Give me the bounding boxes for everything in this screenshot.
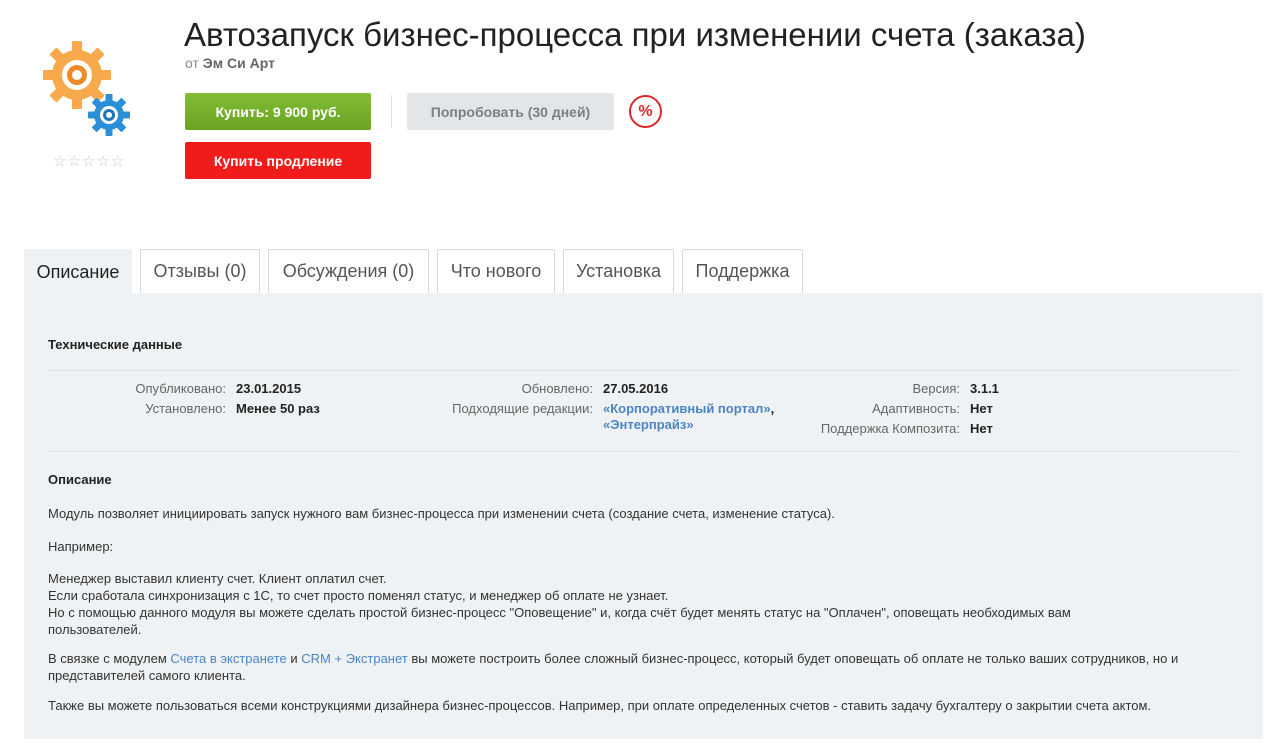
description-panel: Технические данные Опубликовано: 23.01.2…: [24, 293, 1263, 739]
star-icon[interactable]: ☆: [67, 154, 80, 169]
description-paragraph: В связке с модулем Счета в экстранете и …: [48, 651, 1179, 683]
star-icon[interactable]: ☆: [96, 154, 109, 169]
tab-installation[interactable]: Установка: [563, 249, 674, 293]
gears-icon: [43, 41, 130, 136]
tab-support[interactable]: Поддержка: [682, 249, 803, 293]
editions-value: «Корпоративный портал»,: [603, 401, 775, 416]
star-icon[interactable]: ☆: [53, 154, 66, 169]
adaptive-value: Нет: [970, 401, 993, 416]
vendor-link[interactable]: Эм Си Арт: [203, 55, 275, 71]
crm-extranet-link[interactable]: CRM + Экстранет: [301, 651, 407, 666]
discount-icon[interactable]: %: [629, 95, 662, 128]
by-prefix: от: [185, 55, 199, 71]
description-paragraph: Также вы можете пользоваться всеми конст…: [48, 698, 1152, 713]
divider: [48, 451, 1238, 452]
app-logo: [40, 38, 140, 138]
tech-data-heading: Технические данные: [48, 337, 183, 352]
version-label: Версия:: [912, 381, 960, 396]
star-icon[interactable]: ☆: [111, 154, 124, 169]
editions-label: Подходящие редакции:: [452, 401, 593, 416]
buy-button[interactable]: Купить: 9 900 руб.: [185, 93, 371, 130]
tab-discussions[interactable]: Обсуждения (0): [268, 249, 429, 293]
updated-label: Обновлено:: [521, 381, 593, 396]
composite-label: Поддержка Композита:: [820, 421, 960, 436]
tab-whats-new[interactable]: Что нового: [437, 249, 555, 293]
adaptive-label: Адаптивность:: [872, 401, 960, 416]
installed-value: Менее 50 раз: [236, 401, 320, 416]
editions-value-2: «Энтерпрайз»: [603, 417, 694, 432]
divider: [48, 370, 1238, 371]
star-icon[interactable]: ☆: [82, 154, 95, 169]
vendor-byline: от Эм Си Арт: [185, 55, 275, 71]
page-title: Автозапуск бизнес-процесса при изменении…: [184, 16, 1086, 53]
published-value: 23.01.2015: [236, 381, 302, 396]
composite-value: Нет: [970, 421, 993, 436]
edition-link-enterprise[interactable]: «Энтерпрайз»: [603, 417, 694, 432]
renew-button[interactable]: Купить продление: [185, 142, 371, 179]
updated-value: 27.05.2016: [603, 381, 669, 396]
rating-stars[interactable]: ☆ ☆ ☆ ☆ ☆: [53, 154, 124, 169]
edition-link-corporate[interactable]: «Корпоративный портал»: [603, 401, 771, 416]
installed-label: Установлено:: [145, 401, 226, 416]
description-paragraph: Менеджер выставил клиенту счет. Клиент о…: [48, 571, 1071, 637]
description-paragraph: Например:: [48, 539, 114, 554]
published-label: Опубликовано:: [135, 381, 226, 396]
try-button[interactable]: Попробовать (30 дней): [407, 93, 614, 130]
tab-description[interactable]: Описание: [24, 249, 132, 294]
version-value: 3.1.1: [970, 381, 999, 396]
extranet-invoices-link[interactable]: Счета в экстранете: [170, 651, 286, 666]
divider: [391, 95, 392, 128]
tab-reviews[interactable]: Отзывы (0): [140, 249, 260, 293]
description-heading: Описание: [48, 472, 112, 487]
description-paragraph: Модуль позволяет инициировать запуск нуж…: [48, 506, 835, 521]
